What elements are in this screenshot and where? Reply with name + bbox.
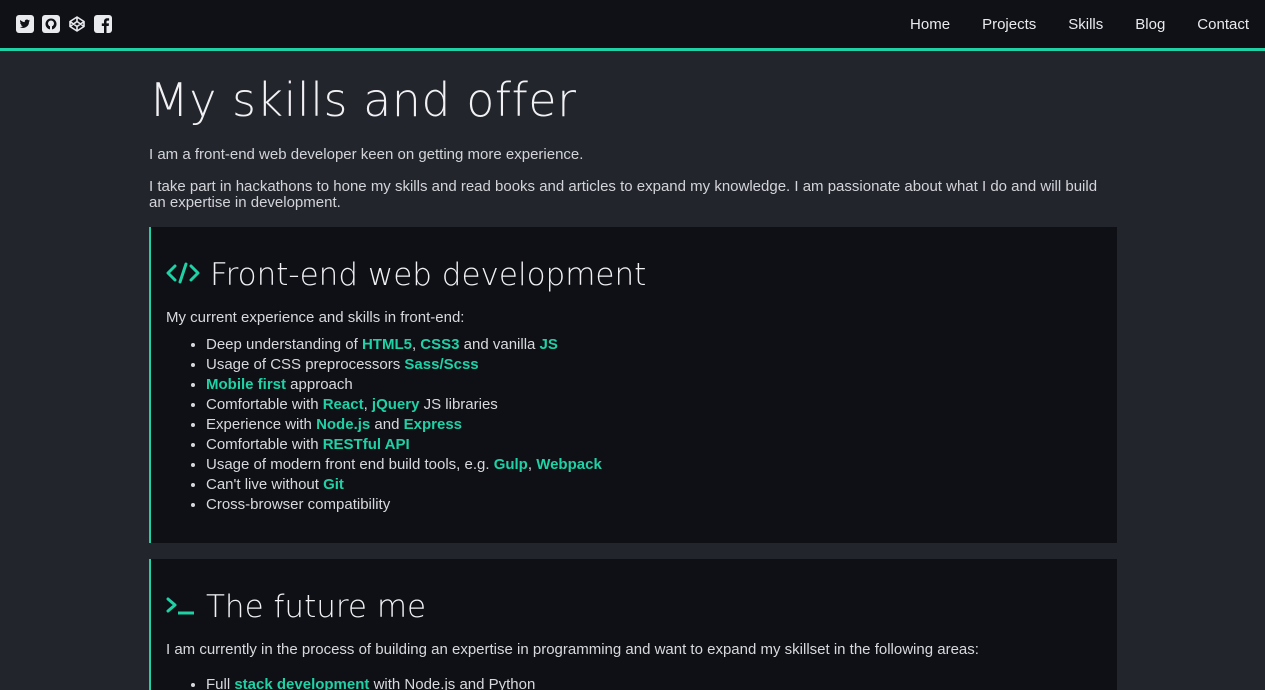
highlight-term: Git	[323, 476, 344, 493]
future-title: The future me	[206, 589, 427, 625]
list-item: Cross-browser compatibility	[206, 495, 1117, 515]
highlight-term: jQuery	[371, 396, 420, 413]
nav-projects[interactable]: Projects	[982, 16, 1036, 33]
highlight-term: RESTful API	[322, 436, 410, 453]
list-item: Deep understanding of HTML5, CSS3 and va…	[206, 335, 1117, 355]
future-card: The future me I am currently in the proc…	[149, 559, 1117, 690]
list-text: Deep understanding of	[206, 336, 362, 353]
frontend-title: Front-end web development	[210, 257, 647, 293]
future-lead: I am currently in the process of buildin…	[166, 641, 979, 658]
list-text: with Node.js and Python	[369, 676, 536, 690]
list-text: Full	[206, 676, 235, 690]
frontend-card: Front-end web development My current exp…	[149, 227, 1117, 543]
intro-paragraph: I take part in hackathons to hone my ski…	[149, 178, 1098, 211]
highlight-term: HTML5	[361, 336, 412, 353]
page-title: My skills and offer	[149, 73, 577, 127]
nav-blog[interactable]: Blog	[1135, 16, 1165, 33]
highlight-term: Express	[403, 416, 462, 433]
list-text: approach	[286, 376, 353, 393]
highlight-term: JS	[539, 336, 558, 353]
future-skills-list: Full stack development with Node.js and …	[206, 675, 1117, 690]
highlight-term: Gulp	[493, 456, 528, 473]
list-text: Usage of modern front end build tools, e…	[206, 456, 494, 473]
code-icon	[166, 255, 200, 295]
future-heading: The future me	[166, 587, 1117, 627]
list-text: ,	[527, 456, 537, 473]
intro: I am a front-end web developer keen on g…	[149, 147, 1117, 211]
list-text: Comfortable with	[206, 436, 323, 453]
list-text: JS libraries	[419, 396, 498, 413]
highlight-term: Mobile first	[206, 376, 287, 393]
list-item: Mobile first approach	[206, 375, 1117, 395]
list-item: Comfortable with React, jQuery JS librar…	[206, 395, 1117, 415]
frontend-skills-list: Deep understanding of HTML5, CSS3 and va…	[206, 335, 1117, 515]
nav-home[interactable]: Home	[910, 16, 950, 33]
nav-contact[interactable]: Contact	[1197, 16, 1249, 33]
facebook-icon[interactable]	[94, 15, 112, 33]
highlight-term: stack development	[234, 676, 370, 690]
highlight-term: CSS3	[420, 336, 460, 353]
highlight-term: React	[322, 396, 364, 413]
main-nav: Home Projects Skills Blog Contact	[878, 0, 1249, 48]
list-text: ,	[363, 396, 372, 413]
list-text: Can't live without	[206, 476, 324, 493]
social-links	[16, 15, 112, 33]
twitter-icon[interactable]	[16, 15, 34, 33]
list-item: Can't live without Git	[206, 475, 1117, 495]
list-text: Experience with	[206, 416, 317, 433]
terminal-icon	[166, 587, 196, 627]
list-item: Full stack development with Node.js and …	[206, 675, 1117, 690]
frontend-heading: Front-end web development	[166, 255, 1117, 295]
github-icon[interactable]	[42, 15, 60, 33]
list-text: Cross-browser compatibility	[206, 496, 391, 513]
highlight-term: Webpack	[536, 456, 602, 473]
highlight-term: Node.js	[316, 416, 371, 433]
list-text: and vanilla	[459, 336, 540, 353]
frontend-lead: My current experience and skills in fron…	[166, 309, 465, 326]
list-item: Usage of CSS preprocessors Sass/Scss	[206, 355, 1117, 375]
list-item: Usage of modern front end build tools, e…	[206, 455, 1117, 475]
list-text: Usage of CSS preprocessors	[206, 356, 405, 373]
list-item: Experience with Node.js and Express	[206, 415, 1117, 435]
list-text: Comfortable with	[206, 396, 323, 413]
intro-paragraph: I am a front-end web developer keen on g…	[149, 146, 584, 163]
list-item: Comfortable with RESTful API	[206, 435, 1117, 455]
list-text: and	[370, 416, 404, 433]
highlight-term: Sass/Scss	[404, 356, 479, 373]
top-navbar: Home Projects Skills Blog Contact	[0, 0, 1265, 51]
codepen-icon[interactable]	[68, 15, 86, 33]
nav-skills[interactable]: Skills	[1068, 16, 1103, 33]
main-content: My skills and offer I am a front-end web…	[149, 72, 1117, 690]
